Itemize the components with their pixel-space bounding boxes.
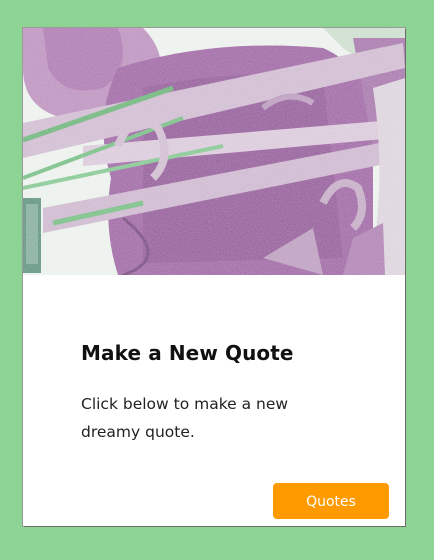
card-title: Make a New Quote (81, 341, 294, 365)
card-description: Click below to make a new dreamy quote. (81, 395, 289, 441)
card-illustration (23, 28, 405, 275)
quote-card: Make a New Quote Click below to make a n… (23, 28, 405, 526)
quotes-button[interactable]: Quotes (273, 483, 389, 519)
